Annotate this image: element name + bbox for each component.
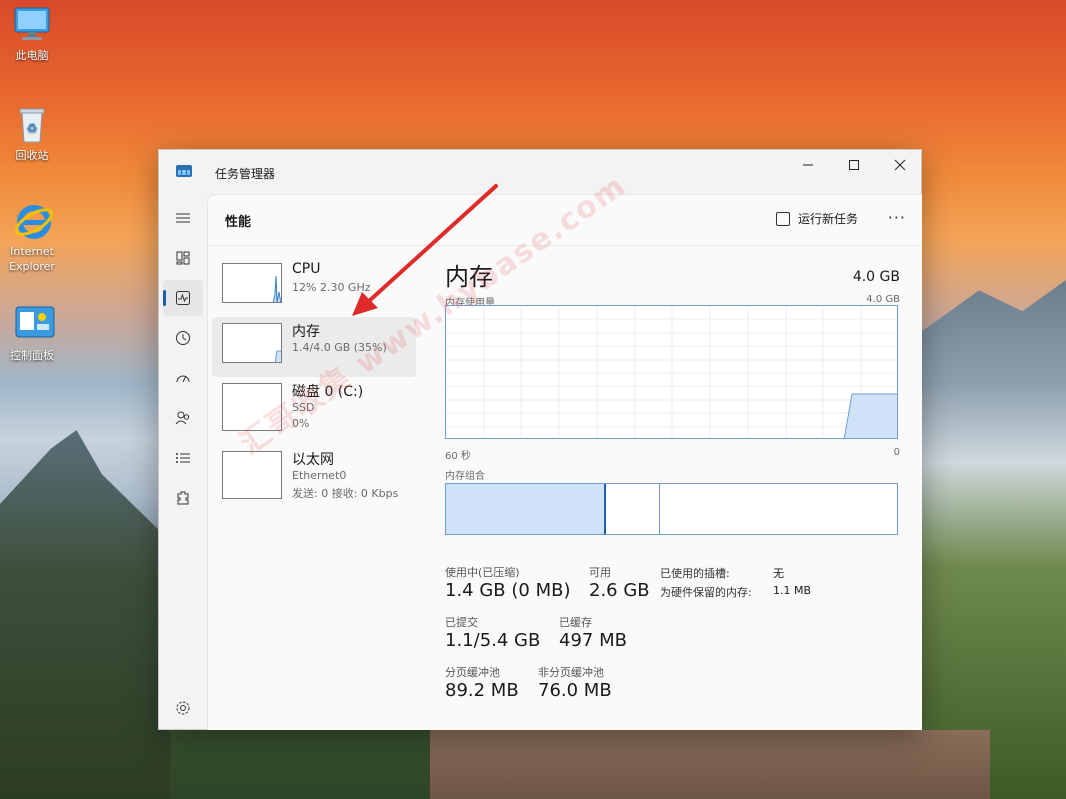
nav-performance[interactable] <box>163 280 203 316</box>
graph-max-label: 4.0 GB <box>866 294 900 305</box>
app-history-icon <box>176 331 190 345</box>
startup-apps-icon <box>176 375 190 383</box>
resource-detail: 发送: 0 接收: 0 Kbps <box>292 487 399 500</box>
close-icon <box>894 159 906 171</box>
composition-modified <box>606 484 660 534</box>
graph-time-right: 0 <box>893 447 900 458</box>
maximize-icon <box>849 160 859 170</box>
services-icon <box>177 491 189 505</box>
settings-icon <box>176 701 190 715</box>
close-button[interactable] <box>877 150 923 180</box>
nav-settings[interactable] <box>163 690 203 726</box>
recycle-bin-icon: ♻ <box>12 104 52 144</box>
nav-processes[interactable] <box>163 240 203 276</box>
desktop-icon-label: Internet Explorer <box>9 245 55 273</box>
graph-time-left: 60 秒 <box>445 451 471 462</box>
desktop-icon-label: 此电脑 <box>15 49 49 62</box>
title-bar[interactable]: 任务管理器 <box>159 150 921 194</box>
desktop-icon-control-panel[interactable]: 控制面板 <box>0 304 64 363</box>
in-use-value: 1.4 GB (0 MB) <box>445 580 571 601</box>
paged-pool-label: 分页缓冲池 <box>445 666 500 679</box>
available-label: 可用 <box>589 566 611 579</box>
background-great-wall <box>430 730 990 799</box>
resource-title: 以太网 <box>292 452 334 468</box>
control-panel-icon <box>12 304 55 344</box>
slots-used-label: 已使用的插槽: <box>660 567 730 580</box>
non-paged-pool-label: 非分页缓冲池 <box>538 666 604 679</box>
paged-pool-value: 89.2 MB <box>445 680 519 701</box>
resource-title: 内存 <box>292 324 320 340</box>
resource-detail: 1.4/4.0 GB (35%) <box>292 341 387 354</box>
committed-label: 已提交 <box>445 616 478 629</box>
nav-startup-apps[interactable] <box>163 360 203 396</box>
desktop-icon-label: 控制面板 <box>10 349 54 362</box>
desktop-icon-this-pc[interactable]: 此电脑 <box>0 4 64 63</box>
available-value: 2.6 GB <box>589 580 650 601</box>
content-pane: 性能 运行新任务 ··· CPU 12% 2.30 GHz 内存 1.4/4.0… <box>207 194 922 730</box>
memory-thumbnail-graph <box>222 323 282 363</box>
nav-app-history[interactable] <box>163 320 203 356</box>
side-navigation <box>159 194 207 730</box>
resource-detail: SSD <box>292 401 315 414</box>
processes-icon <box>176 251 190 265</box>
memory-usage-area <box>843 393 897 438</box>
resource-title: CPU <box>292 261 321 277</box>
cpu-thumbnail-graph <box>222 263 282 303</box>
performance-icon <box>176 291 190 305</box>
resource-detail: Ethernet0 <box>292 469 347 482</box>
hardware-reserved-value: 1.1 MB <box>773 584 812 597</box>
ethernet-thumbnail-graph <box>222 451 282 499</box>
composition-label: 内存组合 <box>445 471 485 482</box>
more-options-button[interactable]: ··· <box>888 208 906 227</box>
page-title: 性能 <box>225 215 252 230</box>
users-icon <box>175 411 190 425</box>
background-mountain-left <box>0 430 170 799</box>
resource-detail: 12% 2.30 GHz <box>292 281 371 294</box>
run-new-task-button[interactable]: 运行新任务 <box>775 210 858 227</box>
internet-explorer-icon <box>12 200 54 240</box>
minimize-icon <box>803 164 813 166</box>
slots-used-value: 无 <box>773 567 784 580</box>
minimize-button[interactable] <box>785 150 831 180</box>
resource-item-disk[interactable]: 磁盘 0 (C:) SSD 0% <box>212 377 416 437</box>
hardware-reserved-label: 为硬件保留的内存: <box>660 586 752 599</box>
details-icon <box>176 453 190 463</box>
computer-icon <box>12 4 52 44</box>
resource-item-cpu[interactable]: CPU 12% 2.30 GHz <box>212 257 416 317</box>
task-manager-window: 任务管理器 性能 运行新任务 ··· CPU 12% 2.30 GHz 内存 1… <box>158 149 922 730</box>
maximize-button[interactable] <box>831 150 877 180</box>
cached-value: 497 MB <box>559 630 627 651</box>
desktop-icon-internet-explorer[interactable]: Internet Explorer <box>0 200 64 274</box>
desktop-icon-label: 回收站 <box>15 149 49 162</box>
window-title: 任务管理器 <box>215 167 276 181</box>
background-mountain-right <box>921 280 1066 799</box>
memory-composition-bar <box>445 483 898 535</box>
cached-label: 已缓存 <box>559 616 592 629</box>
header-divider <box>208 245 922 246</box>
composition-in-use <box>446 484 606 534</box>
disk-thumbnail-graph <box>222 383 282 431</box>
svg-text:♻: ♻ <box>27 121 38 135</box>
in-use-label: 使用中(已压缩) <box>445 566 520 579</box>
resource-item-ethernet[interactable]: 以太网 Ethernet0 发送: 0 接收: 0 Kbps <box>212 445 416 505</box>
hamburger-menu-icon <box>176 213 190 223</box>
desktop-icon-recycle-bin[interactable]: ♻ 回收站 <box>0 104 64 163</box>
nav-details[interactable] <box>163 440 203 476</box>
memory-usage-graph <box>445 305 898 439</box>
nav-services[interactable] <box>163 480 203 516</box>
non-paged-pool-value: 76.0 MB <box>538 680 612 701</box>
committed-value: 1.1/5.4 GB <box>445 630 541 651</box>
nav-users[interactable] <box>163 400 203 436</box>
run-new-task-label: 运行新任务 <box>797 212 858 226</box>
resource-title: 磁盘 0 (C:) <box>292 384 364 400</box>
task-manager-app-icon <box>176 165 192 177</box>
nav-menu-button[interactable] <box>163 200 203 236</box>
memory-usage-chart <box>446 306 897 438</box>
run-task-icon <box>775 211 790 226</box>
detail-total: 4.0 GB <box>852 269 900 285</box>
resource-item-memory[interactable]: 内存 1.4/4.0 GB (35%) <box>212 317 416 377</box>
detail-title: 内存 <box>445 263 493 291</box>
resource-detail: 0% <box>292 417 310 430</box>
